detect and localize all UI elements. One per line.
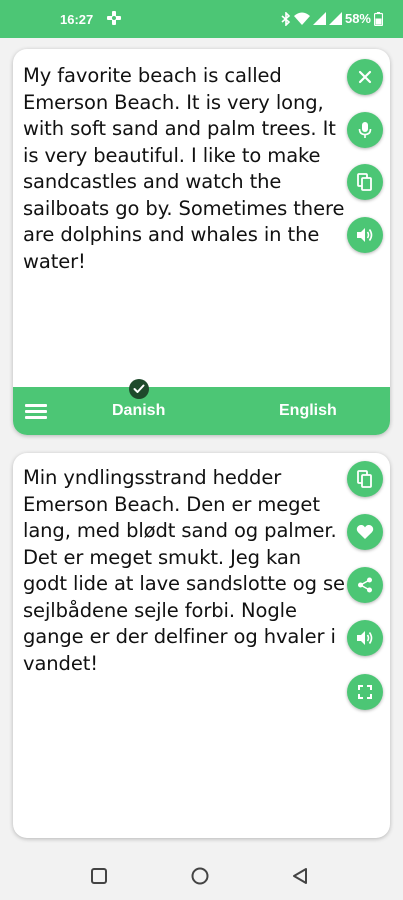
source-language-button[interactable]: Danish (112, 402, 165, 420)
fullscreen-icon (358, 685, 372, 699)
speaker-icon (357, 631, 373, 645)
source-card: My favorite beach is called Emerson Beac… (13, 49, 390, 435)
target-language-button[interactable]: English (279, 402, 337, 420)
share-icon (358, 577, 372, 593)
favorite-button[interactable] (347, 514, 383, 550)
fullscreen-button[interactable] (347, 674, 383, 710)
status-bar: 16:27 58% (0, 0, 403, 38)
source-text[interactable]: My favorite beach is called Emerson Beac… (23, 63, 350, 275)
signal-icon-2 (328, 12, 342, 25)
back-icon[interactable] (291, 866, 311, 886)
check-icon (129, 379, 149, 399)
home-icon[interactable] (190, 866, 210, 886)
wifi-icon (293, 12, 310, 25)
speak-source-button[interactable] (347, 217, 383, 253)
translated-text: Min yndlingsstrand hedder Emerson Beach.… (23, 466, 345, 675)
bluetooth-icon (281, 11, 291, 26)
speak-translation-button[interactable] (347, 620, 383, 656)
microphone-button[interactable] (347, 112, 383, 148)
share-button[interactable] (347, 567, 383, 603)
heart-icon (356, 524, 374, 539)
app-notification-icon (107, 11, 121, 25)
status-time: 16:27 (60, 12, 94, 27)
navigation-bar (0, 851, 403, 900)
copy-icon (357, 470, 372, 488)
signal-icon (312, 12, 326, 25)
microphone-icon (358, 122, 372, 138)
close-icon (358, 70, 372, 84)
language-bar: Danish English (13, 379, 390, 435)
copy-translation-button[interactable] (347, 461, 383, 497)
battery-percent: 58% (344, 11, 371, 26)
menu-icon[interactable] (25, 401, 47, 421)
speaker-icon (357, 228, 373, 242)
copy-button[interactable] (347, 164, 383, 200)
target-card: Min yndlingsstrand hedder Emerson Beach.… (13, 453, 390, 838)
copy-icon (357, 173, 372, 191)
battery-icon (374, 11, 383, 26)
recents-icon[interactable] (89, 866, 109, 886)
clear-button[interactable] (347, 59, 383, 95)
